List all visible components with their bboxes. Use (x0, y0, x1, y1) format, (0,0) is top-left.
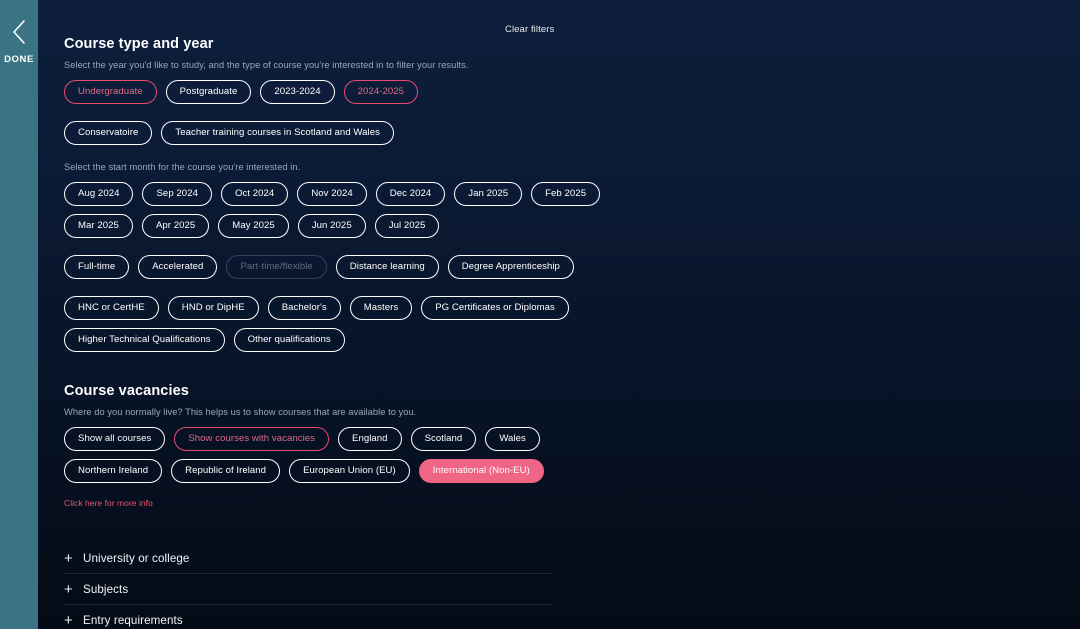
chip-feb-2025[interactable]: Feb 2025 (531, 182, 601, 206)
chip-oct-2024[interactable]: Oct 2024 (220, 182, 289, 206)
chip-row-course-type: Undergraduate Postgraduate 2023-2024 202… (64, 80, 1080, 104)
section-help-start-month: Select the start month for the course yo… (64, 162, 301, 172)
chip-nov-2024[interactable]: Nov 2024 (297, 182, 367, 206)
accordion-label: Entry requirements (83, 613, 183, 627)
accordion-item-university-or-college[interactable]: + University or college (64, 543, 552, 574)
chip-row-study-mode: Full-time Accelerated Part-time/flexible… (64, 255, 1080, 279)
accordion-label: University or college (83, 551, 190, 565)
clear-filters-link[interactable]: Clear filters (505, 24, 554, 35)
chip-conservatoire[interactable]: Conservatoire (64, 121, 153, 145)
chip-row-vacancies-1: Show all courses Show courses with vacan… (64, 427, 1080, 451)
chip-row-months-1: Aug 2024 Sep 2024 Oct 2024 Nov 2024 Dec … (64, 182, 1080, 206)
chip-aug-2024[interactable]: Aug 2024 (64, 182, 134, 206)
chip-accelerated[interactable]: Accelerated (138, 255, 218, 279)
chip-higher-technical-qualifications[interactable]: Higher Technical Qualifications (64, 328, 225, 352)
chip-hnd-or-diphe[interactable]: HND or DipHE (167, 296, 259, 320)
plus-icon: + (64, 580, 73, 598)
chip-row-qualifications-2: Higher Technical Qualifications Other qu… (64, 328, 1080, 352)
chip-distance-learning[interactable]: Distance learning (335, 255, 439, 279)
chip-european-union-eu[interactable]: European Union (EU) (289, 459, 410, 483)
chevron-left-icon (13, 20, 25, 44)
section-help-course-type: Select the year you'd like to study, and… (64, 60, 469, 70)
chip-full-time[interactable]: Full-time (64, 255, 130, 279)
chip-international-non-eu[interactable]: International (Non-EU) (418, 459, 544, 483)
chip-jul-2025[interactable]: Jul 2025 (374, 214, 440, 238)
section-title-course-vacancies: Course vacancies (64, 383, 189, 399)
filters-panel: Clear filters Course type and year Selec… (38, 0, 1080, 629)
chip-scotland[interactable]: Scotland (410, 427, 477, 451)
chip-2024-2025[interactable]: 2024-2025 (343, 80, 419, 104)
chip-masters[interactable]: Masters (349, 296, 413, 320)
filters-accordion: + University or college + Subjects + Ent… (64, 543, 552, 629)
chip-row-months-2: Mar 2025 Apr 2025 May 2025 Jun 2025 Jul … (64, 214, 1080, 238)
chip-jan-2025[interactable]: Jan 2025 (454, 182, 523, 206)
chip-jun-2025[interactable]: Jun 2025 (297, 214, 366, 238)
done-rail-button[interactable]: DONE (0, 0, 38, 629)
chip-republic-of-ireland[interactable]: Republic of Ireland (171, 459, 281, 483)
chip-dec-2024[interactable]: Dec 2024 (375, 182, 446, 206)
accordion-item-entry-requirements[interactable]: + Entry requirements (64, 605, 552, 629)
chip-northern-ireland[interactable]: Northern Ireland (64, 459, 163, 483)
chip-england[interactable]: England (338, 427, 402, 451)
plus-icon: + (64, 611, 73, 629)
chip-sep-2024[interactable]: Sep 2024 (142, 182, 212, 206)
filters-screen: DONE Clear filters Course type and year … (0, 0, 1080, 629)
chip-other-qualifications[interactable]: Other qualifications (233, 328, 345, 352)
more-info-link[interactable]: Click here for more info (64, 498, 153, 508)
chip-part-time-flexible: Part-time/flexible (226, 255, 327, 279)
chip-row-vacancies-2: Northern Ireland Republic of Ireland Eur… (64, 459, 1080, 483)
chip-may-2025[interactable]: May 2025 (218, 214, 289, 238)
section-help-course-vacancies: Where do you normally live? This helps u… (64, 407, 417, 417)
chip-2023-2024[interactable]: 2023-2024 (260, 80, 335, 104)
chip-hnc-or-certhe[interactable]: HNC or CertHE (64, 296, 159, 320)
done-label: DONE (4, 54, 34, 65)
chip-pg-certificates-or-diplomas[interactable]: PG Certificates or Diplomas (421, 296, 569, 320)
chip-wales[interactable]: Wales (485, 427, 540, 451)
section-title-course-type: Course type and year (64, 36, 214, 52)
chip-teacher-training[interactable]: Teacher training courses in Scotland and… (161, 121, 394, 145)
accordion-item-subjects[interactable]: + Subjects (64, 574, 552, 605)
chip-mar-2025[interactable]: Mar 2025 (64, 214, 133, 238)
chip-row-qualifications-1: HNC or CertHE HND or DipHE Bachelor's Ma… (64, 296, 1080, 320)
chip-postgraduate[interactable]: Postgraduate (165, 80, 252, 104)
plus-icon: + (64, 549, 73, 567)
chip-show-courses-with-vacancies[interactable]: Show courses with vacancies (174, 427, 329, 451)
filters-content: Course type and year Select the year you… (38, 0, 1080, 629)
accordion-label: Subjects (83, 582, 129, 596)
chip-degree-apprenticeship[interactable]: Degree Apprenticeship (447, 255, 574, 279)
chip-bachelors[interactable]: Bachelor's (267, 296, 341, 320)
chip-apr-2025[interactable]: Apr 2025 (141, 214, 210, 238)
chip-undergraduate[interactable]: Undergraduate (64, 80, 157, 104)
chip-row-provider-type: Conservatoire Teacher training courses i… (64, 121, 1080, 145)
chip-show-all-courses[interactable]: Show all courses (64, 427, 166, 451)
